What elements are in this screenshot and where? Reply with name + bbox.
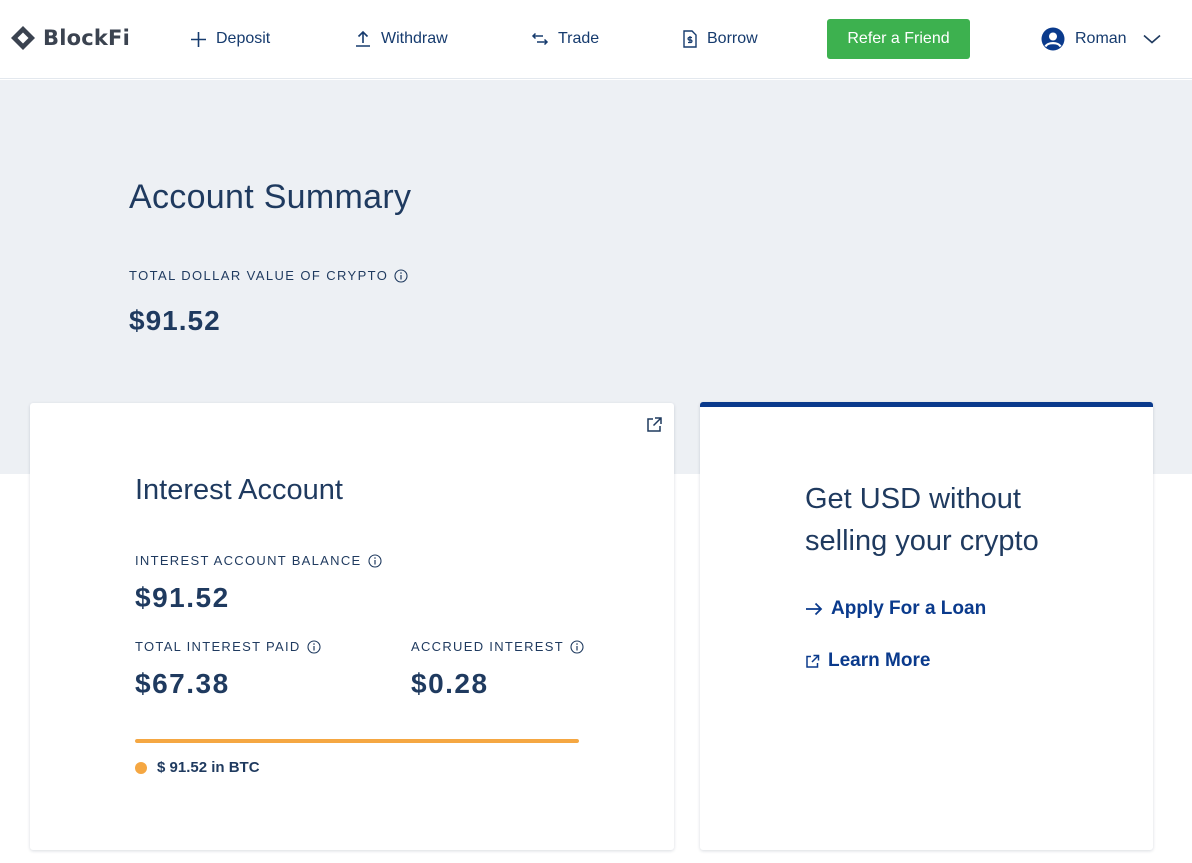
apply-for-loan-label: Apply For a Loan bbox=[831, 598, 987, 619]
swap-arrows-icon bbox=[531, 32, 549, 46]
brand-name: BlockFi bbox=[43, 26, 130, 50]
avatar-icon bbox=[1041, 27, 1065, 51]
allocation-legend-label: $ 91.52 in BTC bbox=[157, 759, 260, 776]
blockfi-diamond-icon bbox=[11, 26, 35, 50]
total-crypto-value: $91.52 bbox=[129, 305, 221, 336]
total-interest-paid-value: $67.38 bbox=[135, 668, 230, 699]
allocation-bar-btc-fill bbox=[135, 739, 579, 743]
external-link-icon[interactable] bbox=[645, 416, 663, 434]
loan-promo-card bbox=[700, 402, 1153, 850]
learn-more-label: Learn More bbox=[828, 650, 931, 671]
nav-borrow[interactable]: Borrow bbox=[682, 28, 758, 50]
info-icon[interactable] bbox=[394, 268, 408, 283]
document-dollar-icon bbox=[683, 30, 697, 48]
accrued-interest-label: ACCRUED INTEREST bbox=[411, 639, 584, 654]
nav-trade-label: Trade bbox=[558, 30, 600, 47]
user-name: Roman bbox=[1075, 30, 1127, 47]
plus-icon bbox=[191, 31, 206, 47]
accrued-interest-value: $0.28 bbox=[411, 668, 489, 699]
loan-promo-title: Get USD without selling your crypto bbox=[805, 483, 1039, 557]
allocation-legend-btc: $ 91.52 in BTC bbox=[135, 759, 260, 776]
brand-logo[interactable]: BlockFi bbox=[9, 24, 130, 52]
allocation-bar bbox=[135, 739, 579, 743]
interest-balance-label: INTEREST ACCOUNT BALANCE bbox=[135, 553, 382, 568]
interest-account-title: Interest Account bbox=[135, 474, 343, 506]
btc-legend-dot bbox=[135, 761, 147, 774]
refer-a-friend-button[interactable]: Refer a Friend bbox=[827, 19, 970, 59]
total-crypto-label: TOTAL DOLLAR VALUE OF CRYPTO bbox=[129, 268, 408, 283]
page-title: Account Summary bbox=[129, 178, 412, 216]
info-icon[interactable] bbox=[367, 553, 382, 568]
apply-for-loan-link[interactable]: Apply For a Loan bbox=[805, 598, 986, 620]
external-link-icon bbox=[806, 654, 820, 668]
user-menu[interactable]: Roman bbox=[1041, 26, 1161, 52]
nav-deposit-label: Deposit bbox=[216, 30, 271, 47]
info-icon[interactable] bbox=[570, 639, 584, 654]
interest-balance-value: $91.52 bbox=[135, 582, 230, 613]
top-navigation-bar: BlockFi Deposit Withdraw Trade Borrow Re… bbox=[0, 0, 1192, 79]
total-crypto-label-text: TOTAL DOLLAR VALUE OF CRYPTO bbox=[129, 268, 389, 283]
nav-withdraw-label: Withdraw bbox=[381, 30, 448, 47]
info-icon[interactable] bbox=[307, 639, 321, 654]
chevron-down-icon bbox=[1143, 34, 1161, 44]
nav-deposit[interactable]: Deposit bbox=[190, 28, 270, 50]
total-interest-paid-label: TOTAL INTEREST PAID bbox=[135, 639, 321, 654]
upload-icon bbox=[356, 30, 370, 47]
nav-borrow-label: Borrow bbox=[707, 30, 758, 47]
interest-balance-label-text: INTEREST ACCOUNT BALANCE bbox=[135, 553, 362, 568]
interest-account-card[interactable] bbox=[30, 403, 674, 850]
accrued-interest-label-text: ACCRUED INTEREST bbox=[411, 639, 564, 654]
total-interest-paid-label-text: TOTAL INTEREST PAID bbox=[135, 639, 301, 654]
learn-more-link[interactable]: Learn More bbox=[805, 650, 930, 672]
nav-trade[interactable]: Trade bbox=[531, 28, 599, 50]
arrow-right-icon bbox=[806, 602, 823, 616]
nav-withdraw[interactable]: Withdraw bbox=[354, 28, 448, 50]
